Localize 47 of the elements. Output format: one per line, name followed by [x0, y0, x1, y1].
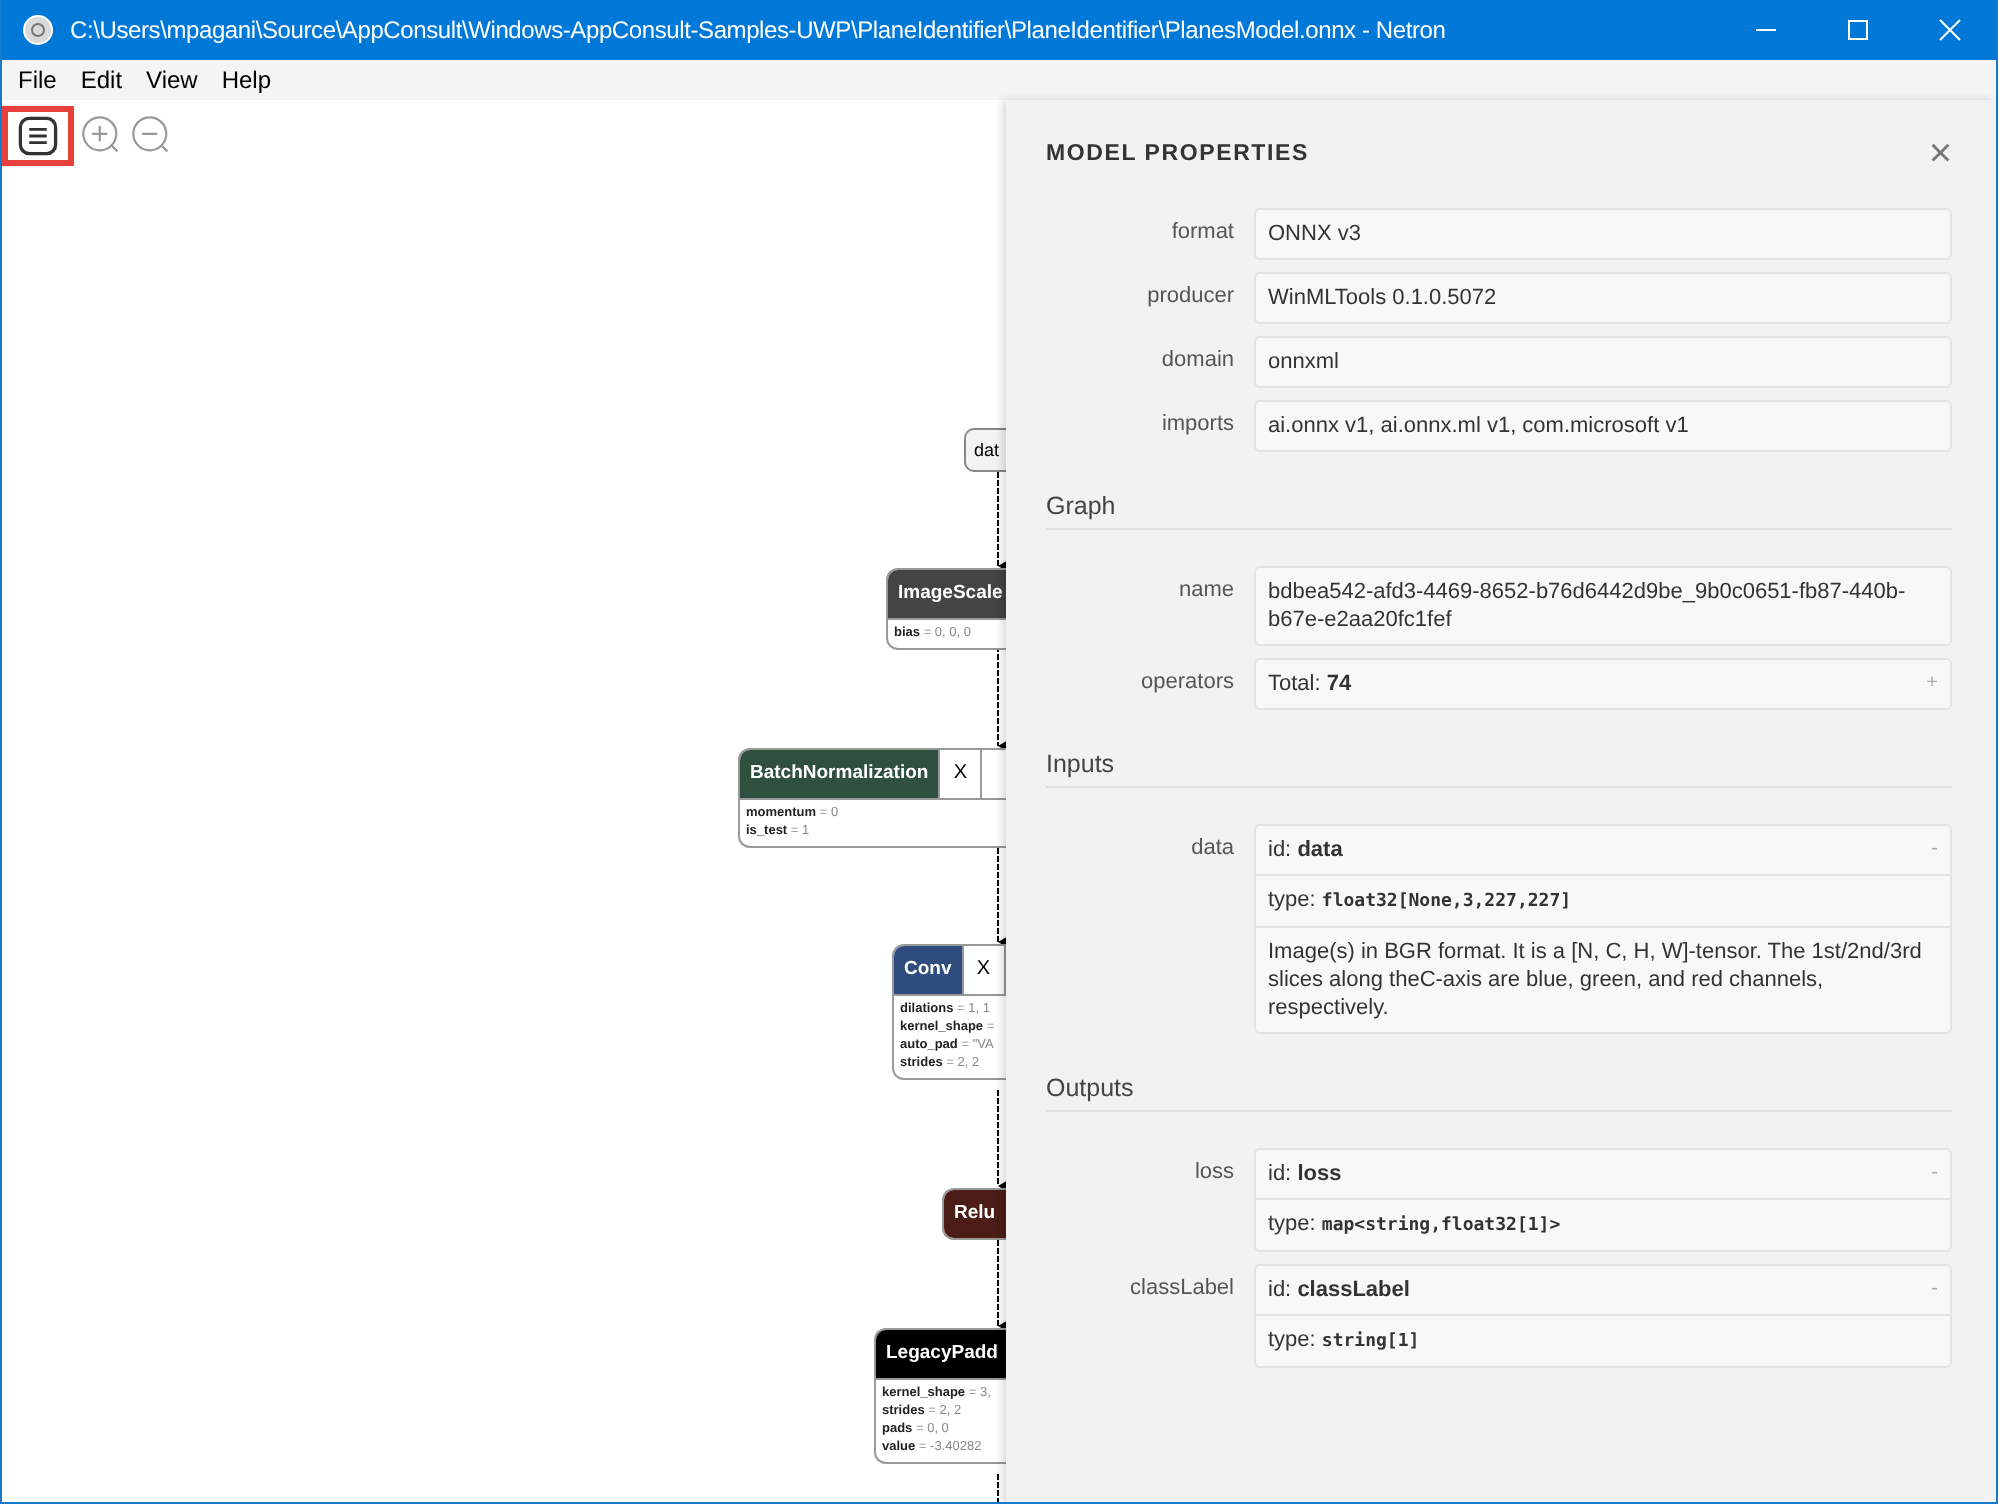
- edge-arrow: [997, 847, 1006, 948]
- initializer-tab[interactable]: X: [938, 750, 983, 798]
- edge-arrow: [997, 471, 1006, 572]
- menu-item[interactable]: Help: [209, 66, 284, 94]
- section-heading: Outputs: [1046, 1046, 1952, 1112]
- value-text: Total: 74: [1268, 670, 1352, 698]
- window-title: C:\Users\mpagani\Source\AppConsult\Windows-AppConsult-Samples-UWP\PlaneIdentifier\PlaneIdentifier\PlanesModel.onnx - Netron: [70, 16, 1448, 44]
- menu-item[interactable]: File: [6, 66, 69, 94]
- argument-type: type: float32[None,3,227,227]: [1268, 886, 1572, 916]
- close-button[interactable]: ×: [1928, 134, 1952, 174]
- property-value: bdbea542-afd3-4469-8652-b76d6442d9be_9b0c0651-fb87-440b-b67e-e2aa20fc1fef: [1254, 566, 1952, 646]
- argument-id: id: data: [1268, 836, 1343, 864]
- argument-id: id: classLabel: [1268, 1276, 1410, 1304]
- argument-label: data: [1189, 834, 1236, 860]
- argument-type: type: string[1]: [1268, 1326, 1420, 1356]
- node-title: BatchNormalization: [740, 750, 939, 798]
- property-label: imports: [1159, 410, 1236, 436]
- zoom-out-icon[interactable]: [130, 114, 174, 158]
- graph-node[interactable]: Relu: [942, 1188, 1006, 1240]
- property-value: WinMLTools 0.1.0.5072: [1254, 272, 1952, 324]
- property-label: domain: [1159, 346, 1236, 372]
- node-title: Conv: [894, 946, 962, 994]
- argument-id: id: loss: [1268, 1160, 1342, 1188]
- property-value: ONNX v3: [1254, 208, 1952, 260]
- menu-item[interactable]: Edit: [68, 66, 135, 94]
- edge-arrow: [997, 1089, 1006, 1192]
- panel-title: MODEL PROPERTIES: [1046, 142, 1309, 166]
- property-value: ai.onnx v1, ai.onnx.ml v1, com.microsoft v1: [1254, 400, 1952, 452]
- section-heading: Graph: [1046, 464, 1952, 530]
- argument-description: Image(s) in BGR format. It is a [N, C, H, W]-tensor. The 1st/2nd/3rd slices along theC-axis are blue, green, and red channels, respectively.: [1268, 938, 1924, 1022]
- argument-type: type: map<string,float32[1]>: [1268, 1210, 1561, 1240]
- property-label: format: [1169, 218, 1236, 244]
- menu-item[interactable]: View: [134, 66, 210, 94]
- property-value: onnxml: [1254, 336, 1952, 388]
- property-label: operators: [1139, 668, 1236, 694]
- argument-label: loss: [1192, 1158, 1236, 1184]
- edge-arrow: [997, 645, 1006, 752]
- section-heading: Inputs: [1046, 722, 1952, 788]
- zoom-in-icon[interactable]: [80, 114, 124, 158]
- app-logo-icon: [22, 14, 54, 46]
- graph-input-node[interactable]: dat: [964, 428, 1006, 472]
- node-title: ImageScale: [888, 570, 1006, 618]
- argument-label: classLabel: [1128, 1274, 1236, 1300]
- menu-icon[interactable]: [16, 114, 60, 158]
- property-label: producer: [1145, 282, 1236, 308]
- node-title: LegacyPadd: [876, 1330, 1006, 1378]
- property-label: name: [1176, 576, 1236, 602]
